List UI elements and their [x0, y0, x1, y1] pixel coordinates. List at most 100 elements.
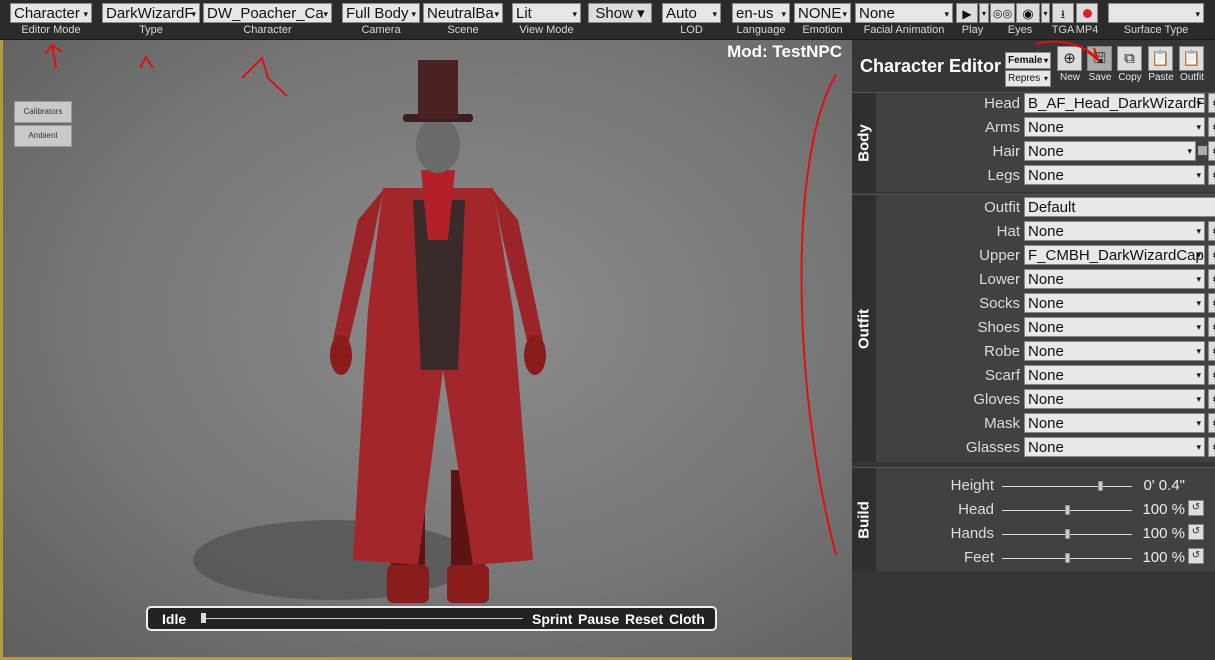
legs-dropdown[interactable]: None ▾	[1024, 165, 1205, 185]
socks-value: None	[1028, 295, 1064, 312]
gloves-dropdown[interactable]: None ▾	[1024, 389, 1205, 409]
lower-dropdown[interactable]: None ▾	[1024, 269, 1205, 289]
show-button[interactable]: Show ▾	[588, 3, 652, 23]
feet-slider-thumb[interactable]	[1065, 553, 1070, 563]
height-slider-track[interactable]	[1002, 486, 1132, 487]
height-slider-thumb[interactable]	[1097, 481, 1103, 491]
gear-icon[interactable]: ⚙	[1208, 413, 1215, 433]
gear-icon[interactable]: ⚙	[1208, 293, 1215, 313]
copy-button[interactable]: ⧉	[1117, 46, 1142, 71]
animation-speed-track[interactable]	[203, 618, 523, 619]
play-options-button[interactable]: ▾	[979, 3, 989, 23]
hands-slider-thumb[interactable]	[1065, 529, 1070, 539]
new-button[interactable]: ⊕	[1057, 46, 1082, 71]
pause-button[interactable]: Pause	[578, 611, 619, 627]
outfit-dropdown[interactable]: Default▾	[1024, 197, 1215, 217]
outfit-section-label: Outfit	[852, 195, 876, 462]
sprint-label: Sprint	[532, 611, 573, 627]
paste-button[interactable]: 📋	[1148, 46, 1173, 71]
hair-color-swatch[interactable]	[1198, 146, 1207, 155]
outfit-button[interactable]: 📋	[1179, 46, 1204, 71]
arms-row: Arms None ▾ ⚙	[878, 117, 1215, 139]
gear-icon[interactable]: ⚙	[1208, 245, 1215, 265]
gear-icon[interactable]: ⚙	[1208, 165, 1215, 185]
head-dropdown[interactable]: B_AF_Head_DarkWizardP ▾	[1024, 93, 1205, 113]
gear-icon[interactable]: ⚙	[1208, 141, 1215, 161]
lod-dropdown[interactable]: Auto ▾	[662, 3, 721, 23]
gear-icon[interactable]: ⚙	[1208, 93, 1215, 113]
gear-icon[interactable]: ⚙	[1208, 365, 1215, 385]
language-dropdown[interactable]: en-us ▾	[732, 3, 790, 23]
surface-type-dropdown[interactable]: ▾	[1108, 3, 1204, 23]
scene-dropdown[interactable]: NeutralBa ▾	[423, 3, 503, 23]
upper-value: F_CMBH_DarkWizardCap	[1028, 247, 1204, 264]
eyes-button-2[interactable]: ◉	[1016, 3, 1040, 23]
facial-animation-dropdown[interactable]: None ▾	[855, 3, 953, 23]
upper-dropdown[interactable]: F_CMBH_DarkWizardCap ▾	[1024, 245, 1205, 265]
record-icon	[1082, 9, 1092, 18]
scarf-row: Scarf None ▾ ⚙	[878, 365, 1215, 387]
copy-icon: ⧉	[1124, 50, 1135, 67]
camera-dropdown[interactable]: Full Body ▾	[342, 3, 420, 23]
mask-dropdown[interactable]: None ▾	[1024, 413, 1205, 433]
glasses-dropdown[interactable]: None ▾	[1024, 437, 1205, 457]
character-model[interactable]	[3, 40, 852, 657]
reset-icon[interactable]: ↺	[1188, 524, 1204, 540]
clipboard-icon: 📋	[1151, 50, 1170, 67]
robe-value: None	[1028, 343, 1064, 360]
eyes-button-1[interactable]: ◎◎	[990, 3, 1015, 23]
gloves-row: Gloves None ▾ ⚙	[878, 389, 1215, 411]
representation-dropdown[interactable]: Repres ▾	[1005, 70, 1051, 87]
chevron-down-icon: ▾	[1196, 250, 1201, 260]
reset-icon[interactable]: ↺	[1188, 548, 1204, 564]
head-slider-thumb[interactable]	[1065, 505, 1070, 515]
character-dropdown[interactable]: DW_Poacher_Ca ▾	[203, 3, 332, 23]
hat-label: Hat	[996, 223, 1020, 240]
mp4-record-button[interactable]	[1076, 3, 1098, 23]
gear-icon[interactable]: ⚙	[1208, 117, 1215, 137]
play-button[interactable]: ▶	[956, 3, 978, 23]
chevron-down-icon: ▾	[1196, 370, 1201, 380]
facial-animation-caption: Facial Animation	[863, 24, 945, 36]
hair-dropdown[interactable]: None ▾	[1024, 141, 1196, 161]
hat-dropdown[interactable]: None ▾	[1024, 221, 1205, 241]
chevron-down-icon: ▾	[1196, 322, 1201, 332]
outfit-section: Outfit OutfitDefault▾ HatNone▾⚙ UpperF_C…	[852, 194, 1215, 462]
gear-icon[interactable]: ⚙	[1208, 317, 1215, 337]
save-button[interactable]: 🖫	[1087, 46, 1112, 71]
chevron-down-icon: ▾	[1043, 9, 1048, 18]
cloth-button[interactable]: Cloth	[669, 611, 705, 627]
scene-caption: Scene	[447, 24, 479, 36]
eyes-options-button[interactable]: ▾	[1041, 3, 1050, 23]
gender-dropdown[interactable]: Female ▾	[1005, 52, 1051, 69]
emotion-dropdown[interactable]: NONE ▾	[794, 3, 851, 23]
type-dropdown[interactable]: DarkWizardF ▾	[102, 3, 200, 23]
view-mode-dropdown[interactable]: Lit ▾	[512, 3, 581, 23]
feet-scale-row: Feet 100 % ↺	[878, 547, 1215, 569]
hands-scale-value: 100 %	[1142, 525, 1185, 542]
mask	[416, 117, 460, 173]
save-caption: Save	[1088, 72, 1112, 83]
hands-scale-row: Hands 100 % ↺	[878, 523, 1215, 545]
editor-mode-dropdown[interactable]: Character ▾	[10, 3, 92, 23]
robe-label: Robe	[984, 343, 1020, 360]
arms-dropdown[interactable]: None ▾	[1024, 117, 1205, 137]
gear-icon[interactable]: ⚙	[1208, 389, 1215, 409]
gear-icon[interactable]: ⚙	[1208, 221, 1215, 241]
tga-export-button[interactable]: ⭳	[1052, 3, 1074, 23]
reset-button[interactable]: Reset	[625, 611, 663, 627]
shoes-dropdown[interactable]: None ▾	[1024, 317, 1205, 337]
chevron-down-icon: ▾	[1043, 74, 1048, 83]
build-section-label-text: Build	[855, 500, 873, 539]
3d-viewport[interactable]: Calibrators Ambient Mod: TestNPC Idle Sp…	[0, 40, 852, 660]
socks-dropdown[interactable]: None ▾	[1024, 293, 1205, 313]
animation-speed-thumb[interactable]	[201, 613, 206, 623]
scarf-dropdown[interactable]: None ▾	[1024, 365, 1205, 385]
robe-dropdown[interactable]: None ▾	[1024, 341, 1205, 361]
gear-icon[interactable]: ⚙	[1208, 269, 1215, 289]
chevron-down-icon: ▾	[494, 9, 499, 19]
reset-icon[interactable]: ↺	[1188, 500, 1204, 516]
right-boot	[447, 565, 489, 603]
gear-icon[interactable]: ⚙	[1208, 437, 1215, 457]
gear-icon[interactable]: ⚙	[1208, 341, 1215, 361]
